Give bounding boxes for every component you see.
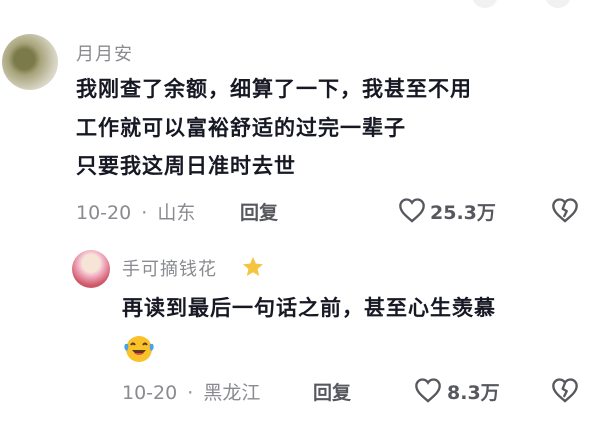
reply-username[interactable]: 手可摘钱花 [122,255,217,281]
meta-separator: · [141,202,148,224]
laughing-crying-emoji [122,332,156,364]
heart-icon[interactable] [414,377,442,403]
comment-text-line-2: 工作就可以富裕舒适的过完一辈子 [76,116,406,140]
comment-username[interactable]: 月月安 [76,40,133,66]
reply-meta: 10-20 · 黑龙江 [122,378,260,405]
reply-username-text: 手可摘钱花 [122,259,217,280]
comment-location: 山东 [157,202,196,224]
comment-text-line-1: 我刚查了余额，细算了一下，我甚至不用 [76,77,472,101]
reply-button[interactable]: 回复 [240,198,278,225]
dislike-icon[interactable] [551,197,579,223]
avatar[interactable] [2,34,58,90]
comment-text-line-3: 只要我这周日准时去世 [76,154,296,178]
comment-meta: 10-20 · 山东 [76,198,195,225]
top-action-button[interactable] [472,0,498,8]
reply-location: 黑龙江 [203,382,261,404]
dislike-icon[interactable] [551,377,579,403]
reply-button[interactable]: 回复 [313,378,351,405]
like-count: 25.3万 [430,202,496,224]
reply-avatar[interactable] [72,250,110,288]
meta-separator: · [187,382,194,404]
heart-icon[interactable] [398,197,426,223]
reply-date: 10-20 [122,382,178,404]
star-icon [240,255,266,279]
like-count: 8.3万 [447,382,500,404]
top-action-button[interactable] [545,0,571,8]
comment-date: 10-20 [76,202,132,224]
reply-text: 再读到最后一句话之前，甚至心生羡慕 [122,296,496,320]
